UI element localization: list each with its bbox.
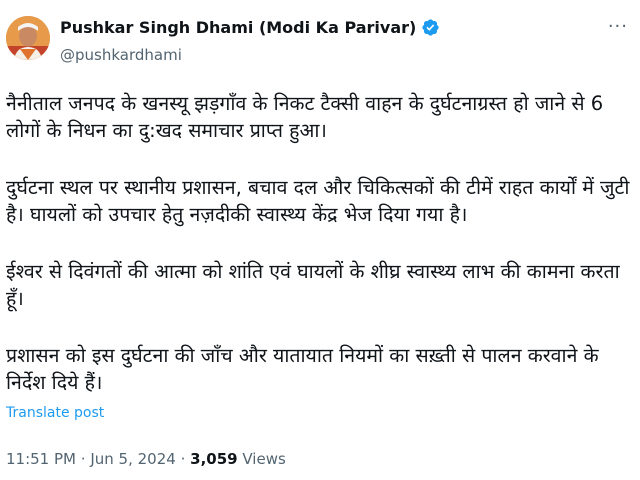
post-meta: 11:51 PM · Jun 5, 2024 · 3,059 Views [6,450,286,468]
author-handle[interactable]: @pushkardhami [60,46,182,64]
profile-photo [6,16,50,60]
verified-badge-icon [421,18,440,37]
post-paragraph: दुर्घटना स्थल पर स्थानीय प्रशासन, बचाव द… [6,176,630,226]
meta-separator: · [80,450,86,468]
post-paragraph: प्रशासन को इस दुर्घटना की जाँच और याताया… [6,344,599,394]
author-display-name[interactable]: Pushkar Singh Dhami (Modi Ka Parivar) [60,18,416,37]
post-text: नैनीताल जनपद के खनस्यू झड़गाँव के निकट ट… [6,90,634,426]
tweet: Pushkar Singh Dhami (Modi Ka Parivar) @p… [0,0,640,480]
more-horizontal-icon[interactable]: ··· [608,18,628,36]
author-name-row: Pushkar Singh Dhami (Modi Ka Parivar) [60,18,440,37]
post-time[interactable]: 11:51 PM [6,450,76,468]
post-paragraph: नैनीताल जनपद के खनस्यू झड़गाँव के निकट ट… [6,92,604,142]
translate-post-link[interactable]: Translate post [6,405,104,421]
avatar[interactable] [6,16,50,60]
views-count: 3,059 [190,450,238,468]
meta-separator: · [180,450,186,468]
post-date[interactable]: Jun 5, 2024 [90,450,175,468]
views-label: Views [242,450,286,468]
post-paragraph: ईश्वर से दिवंगतों की आत्मा को शांति एवं … [6,260,620,310]
